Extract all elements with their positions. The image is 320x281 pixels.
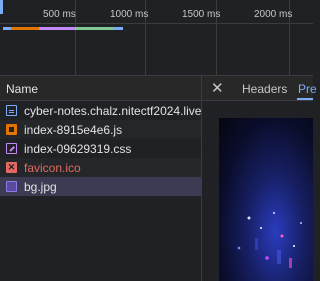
request-row[interactable]: cyber-notes.chalz.nitectf2024.live <box>0 101 201 120</box>
image-icon <box>6 181 17 192</box>
timeline-tick: 1000 ms <box>110 9 149 20</box>
active-tab-indicator <box>297 98 313 100</box>
request-row[interactable]: ✕ favicon.ico <box>0 158 201 177</box>
request-row-selected[interactable]: bg.jpg <box>0 177 201 196</box>
request-list: Name cyber-notes.chalz.nitectf2024.live … <box>0 76 202 281</box>
details-tabbar: ✕ Headers Pre <box>202 76 317 101</box>
request-bar-image <box>75 27 113 30</box>
timeline-tick: 1500 ms <box>182 9 221 20</box>
tab-preview[interactable]: Pre <box>298 82 317 96</box>
script-icon <box>6 124 17 135</box>
preview-image-art <box>237 211 302 268</box>
timeline-tick: 2000 ms <box>254 9 293 20</box>
image-preview <box>219 118 313 281</box>
request-details-pane: ✕ Headers Pre <box>202 76 317 281</box>
request-bar-document <box>3 27 11 30</box>
request-bar-other <box>113 27 123 30</box>
request-name: cyber-notes.chalz.nitectf2024.live <box>24 103 201 118</box>
request-row[interactable]: index-8915e4e6.js <box>0 120 201 139</box>
name-column-label: Name <box>6 82 39 96</box>
request-row[interactable]: index-09629319.css <box>0 139 201 158</box>
timeline-overview[interactable]: 500 ms 1000 ms 1500 ms 2000 ms <box>0 0 313 76</box>
overview-left-handle[interactable] <box>0 0 3 14</box>
request-name: favicon.ico <box>24 160 81 175</box>
request-name: index-09629319.css <box>24 141 132 156</box>
ruler-separator <box>0 23 313 24</box>
close-icon[interactable]: ✕ <box>211 79 224 97</box>
error-icon: ✕ <box>6 162 17 173</box>
document-icon <box>6 105 17 116</box>
timeline-tick: 500 ms <box>43 9 76 20</box>
tab-headers[interactable]: Headers <box>242 82 287 96</box>
request-name: bg.jpg <box>24 179 57 194</box>
stylesheet-icon <box>6 143 17 154</box>
name-column-header[interactable]: Name <box>0 76 201 101</box>
request-bar-stylesheet <box>39 27 75 30</box>
request-name: index-8915e4e6.js <box>24 122 123 137</box>
request-bar-script <box>11 27 39 30</box>
